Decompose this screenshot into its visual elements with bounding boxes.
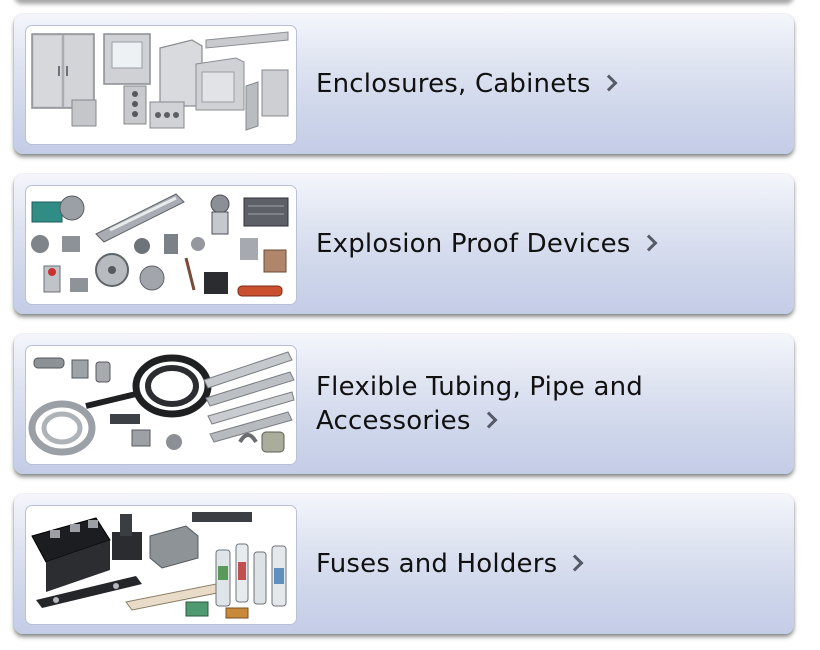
enclosures-cabinets-image [25,25,297,145]
category-card-enclosures-cabinets[interactable]: Enclosures, Cabinets [14,14,794,154]
category-label[interactable]: Fuses and Holders [316,549,557,579]
category-card-flexible-tubing-pipe[interactable]: Flexible Tubing, Pipe and Accessories [14,334,794,474]
chevron-right-icon [600,74,618,92]
category-label-container: Fuses and Holders [316,494,754,634]
chevron-right-icon [566,554,584,572]
chevron-right-icon [640,234,658,252]
category-card-explosion-proof-devices[interactable]: Explosion Proof Devices [14,174,794,314]
category-label[interactable]: Explosion Proof Devices [316,229,631,259]
category-label[interactable]: Enclosures, Cabinets [316,69,591,99]
category-label[interactable]: Flexible Tubing, Pipe and Accessories [316,372,643,436]
fuses-holders-image [25,505,297,625]
flexible-tubing-pipe-image [25,345,297,465]
category-label-container: Enclosures, Cabinets [316,14,754,154]
category-label-container: Flexible Tubing, Pipe and Accessories [316,334,754,474]
category-list-page: Enclosures, Cabinets Explosion Proof Dev… [0,0,820,650]
chevron-right-icon [480,411,498,429]
category-card-fuses-holders[interactable]: Fuses and Holders [14,494,794,634]
explosion-proof-devices-image [25,185,297,305]
category-label-container: Explosion Proof Devices [316,174,754,314]
